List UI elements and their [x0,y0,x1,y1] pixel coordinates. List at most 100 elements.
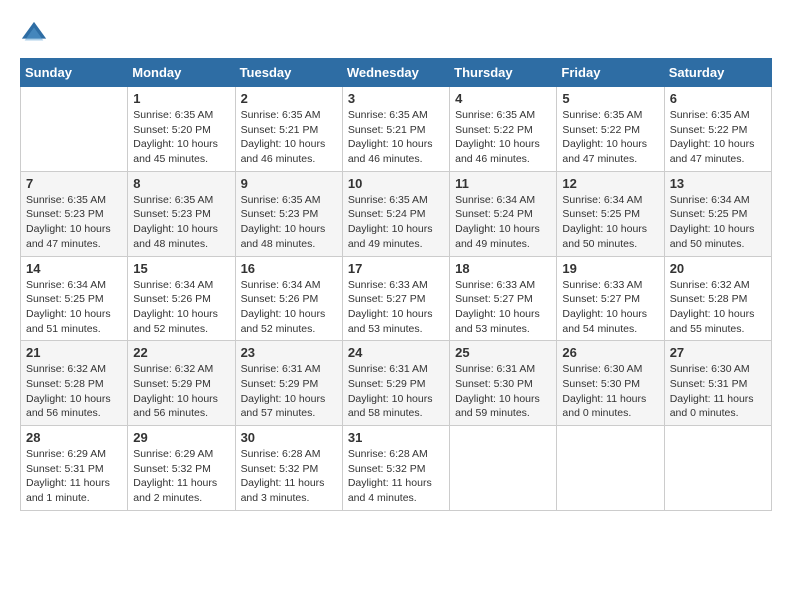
day-info: Sunrise: 6:33 AMSunset: 5:27 PMDaylight:… [455,278,551,337]
calendar: SundayMondayTuesdayWednesdayThursdayFrid… [20,58,772,511]
day-number: 14 [26,261,122,276]
calendar-cell: 5 Sunrise: 6:35 AMSunset: 5:22 PMDaylight… [557,87,664,172]
calendar-cell: 9 Sunrise: 6:35 AMSunset: 5:23 PMDaylight… [235,171,342,256]
logo [20,20,50,48]
day-number: 18 [455,261,551,276]
day-number: 28 [26,430,122,445]
calendar-header-row: SundayMondayTuesdayWednesdayThursdayFrid… [21,59,772,87]
day-info: Sunrise: 6:29 AMSunset: 5:32 PMDaylight:… [133,447,229,506]
calendar-cell [557,426,664,511]
day-info: Sunrise: 6:35 AMSunset: 5:22 PMDaylight:… [562,108,658,167]
weekday-header: Monday [128,59,235,87]
day-number: 4 [455,91,551,106]
day-info: Sunrise: 6:35 AMSunset: 5:21 PMDaylight:… [348,108,444,167]
day-info: Sunrise: 6:32 AMSunset: 5:28 PMDaylight:… [26,362,122,421]
calendar-cell: 18 Sunrise: 6:33 AMSunset: 5:27 PMDayligh… [450,256,557,341]
day-number: 23 [241,345,337,360]
calendar-week-row: 7 Sunrise: 6:35 AMSunset: 5:23 PMDaylight… [21,171,772,256]
day-info: Sunrise: 6:35 AMSunset: 5:23 PMDaylight:… [241,193,337,252]
day-number: 3 [348,91,444,106]
day-info: Sunrise: 6:31 AMSunset: 5:29 PMDaylight:… [348,362,444,421]
calendar-week-row: 28 Sunrise: 6:29 AMSunset: 5:31 PMDayligh… [21,426,772,511]
logo-icon [20,20,48,48]
day-number: 27 [670,345,766,360]
day-number: 22 [133,345,229,360]
day-info: Sunrise: 6:34 AMSunset: 5:26 PMDaylight:… [133,278,229,337]
day-info: Sunrise: 6:30 AMSunset: 5:31 PMDaylight:… [670,362,766,421]
day-number: 2 [241,91,337,106]
calendar-cell: 26 Sunrise: 6:30 AMSunset: 5:30 PMDayligh… [557,341,664,426]
day-number: 16 [241,261,337,276]
calendar-cell: 12Sunrise: 6:34 AMSunset: 5:25 PMDayligh… [557,171,664,256]
weekday-header: Wednesday [342,59,449,87]
day-info: Sunrise: 6:29 AMSunset: 5:31 PMDaylight:… [26,447,122,506]
day-info: Sunrise: 6:28 AMSunset: 5:32 PMDaylight:… [348,447,444,506]
calendar-cell: 1 Sunrise: 6:35 AMSunset: 5:20 PMDaylight… [128,87,235,172]
calendar-cell: 23 Sunrise: 6:31 AMSunset: 5:29 PMDayligh… [235,341,342,426]
day-number: 20 [670,261,766,276]
day-number: 25 [455,345,551,360]
weekday-header: Saturday [664,59,771,87]
day-number: 13 [670,176,766,191]
weekday-header: Tuesday [235,59,342,87]
calendar-cell: 10 Sunrise: 6:35 AMSunset: 5:24 PMDayligh… [342,171,449,256]
calendar-cell: 16 Sunrise: 6:34 AMSunset: 5:26 PMDayligh… [235,256,342,341]
calendar-cell: 30Sunrise: 6:28 AMSunset: 5:32 PMDayligh… [235,426,342,511]
calendar-cell [664,426,771,511]
day-number: 26 [562,345,658,360]
weekday-header: Sunday [21,59,128,87]
day-info: Sunrise: 6:33 AMSunset: 5:27 PMDaylight:… [348,278,444,337]
calendar-cell: 4 Sunrise: 6:35 AMSunset: 5:22 PMDaylight… [450,87,557,172]
calendar-cell: 2 Sunrise: 6:35 AMSunset: 5:21 PMDaylight… [235,87,342,172]
day-number: 29 [133,430,229,445]
calendar-cell: 29 Sunrise: 6:29 AMSunset: 5:32 PMDayligh… [128,426,235,511]
day-info: Sunrise: 6:35 AMSunset: 5:24 PMDaylight:… [348,193,444,252]
calendar-cell: 11Sunrise: 6:34 AMSunset: 5:24 PMDayligh… [450,171,557,256]
day-number: 6 [670,91,766,106]
calendar-cell [450,426,557,511]
calendar-cell: 3 Sunrise: 6:35 AMSunset: 5:21 PMDaylight… [342,87,449,172]
day-number: 7 [26,176,122,191]
day-number: 5 [562,91,658,106]
calendar-week-row: 14 Sunrise: 6:34 AMSunset: 5:25 PMDayligh… [21,256,772,341]
weekday-header: Thursday [450,59,557,87]
calendar-cell: 27 Sunrise: 6:30 AMSunset: 5:31 PMDayligh… [664,341,771,426]
day-info: Sunrise: 6:30 AMSunset: 5:30 PMDaylight:… [562,362,658,421]
day-info: Sunrise: 6:35 AMSunset: 5:20 PMDaylight:… [133,108,229,167]
calendar-week-row: 1 Sunrise: 6:35 AMSunset: 5:20 PMDaylight… [21,87,772,172]
calendar-cell: 6 Sunrise: 6:35 AMSunset: 5:22 PMDaylight… [664,87,771,172]
day-info: Sunrise: 6:34 AMSunset: 5:25 PMDaylight:… [670,193,766,252]
calendar-cell: 24Sunrise: 6:31 AMSunset: 5:29 PMDayligh… [342,341,449,426]
calendar-cell: 20 Sunrise: 6:32 AMSunset: 5:28 PMDayligh… [664,256,771,341]
calendar-cell: 14 Sunrise: 6:34 AMSunset: 5:25 PMDayligh… [21,256,128,341]
weekday-header: Friday [557,59,664,87]
calendar-cell [21,87,128,172]
day-number: 9 [241,176,337,191]
day-number: 10 [348,176,444,191]
day-info: Sunrise: 6:31 AMSunset: 5:30 PMDaylight:… [455,362,551,421]
day-number: 30 [241,430,337,445]
day-number: 11 [455,176,551,191]
day-info: Sunrise: 6:33 AMSunset: 5:27 PMDaylight:… [562,278,658,337]
day-number: 19 [562,261,658,276]
day-info: Sunrise: 6:35 AMSunset: 5:22 PMDaylight:… [670,108,766,167]
calendar-cell: 28 Sunrise: 6:29 AMSunset: 5:31 PMDayligh… [21,426,128,511]
day-info: Sunrise: 6:31 AMSunset: 5:29 PMDaylight:… [241,362,337,421]
day-info: Sunrise: 6:35 AMSunset: 5:21 PMDaylight:… [241,108,337,167]
calendar-cell: 13 Sunrise: 6:34 AMSunset: 5:25 PMDayligh… [664,171,771,256]
calendar-cell: 15 Sunrise: 6:34 AMSunset: 5:26 PMDayligh… [128,256,235,341]
calendar-cell: 21Sunrise: 6:32 AMSunset: 5:28 PMDayligh… [21,341,128,426]
day-info: Sunrise: 6:35 AMSunset: 5:22 PMDaylight:… [455,108,551,167]
calendar-cell: 19 Sunrise: 6:33 AMSunset: 5:27 PMDayligh… [557,256,664,341]
day-info: Sunrise: 6:34 AMSunset: 5:25 PMDaylight:… [26,278,122,337]
day-number: 1 [133,91,229,106]
day-number: 15 [133,261,229,276]
day-info: Sunrise: 6:32 AMSunset: 5:28 PMDaylight:… [670,278,766,337]
calendar-cell: 22Sunrise: 6:32 AMSunset: 5:29 PMDayligh… [128,341,235,426]
calendar-cell: 31Sunrise: 6:28 AMSunset: 5:32 PMDayligh… [342,426,449,511]
day-info: Sunrise: 6:35 AMSunset: 5:23 PMDaylight:… [26,193,122,252]
day-info: Sunrise: 6:34 AMSunset: 5:26 PMDaylight:… [241,278,337,337]
day-number: 8 [133,176,229,191]
calendar-cell: 8Sunrise: 6:35 AMSunset: 5:23 PMDaylight… [128,171,235,256]
calendar-cell: 7 Sunrise: 6:35 AMSunset: 5:23 PMDaylight… [21,171,128,256]
